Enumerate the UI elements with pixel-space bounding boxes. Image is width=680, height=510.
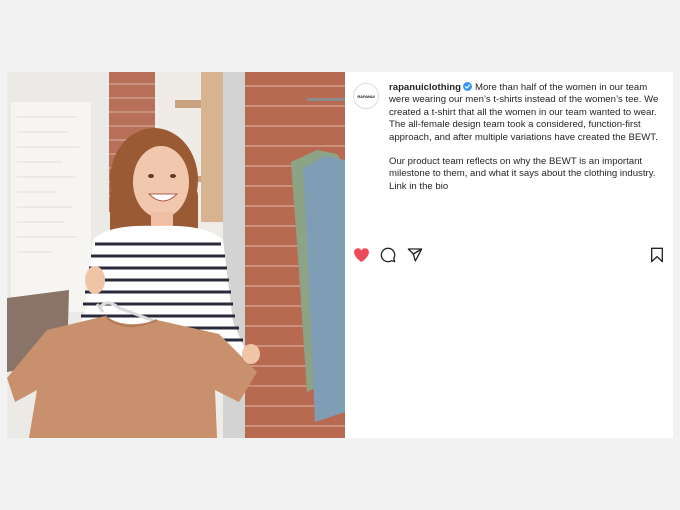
avatar-logo-text: RAPANUI	[357, 93, 375, 99]
avatar[interactable]: RAPANUI	[353, 83, 379, 109]
instagram-post: RAPANUI rapanuiclothing More than half of…	[7, 72, 673, 438]
username-link[interactable]: rapanuiclothing	[389, 82, 461, 93]
caption-second-paragraph: Our product team reflects on why the BEW…	[389, 156, 656, 192]
caption: rapanuiclothing More than half of the wom…	[389, 82, 665, 193]
bookmark-icon[interactable]	[650, 247, 664, 263]
post-actions	[353, 247, 665, 267]
caption-row: RAPANUI rapanuiclothing More than half of…	[353, 82, 665, 193]
caption-first-paragraph: rapanuiclothing More than half of the wom…	[389, 82, 665, 144]
heart-icon[interactable]	[353, 247, 370, 263]
post-photo[interactable]	[7, 72, 345, 438]
post-side-panel: RAPANUI rapanuiclothing More than half of…	[345, 72, 673, 438]
paper-plane-icon[interactable]	[407, 247, 423, 263]
verified-badge-icon	[462, 82, 472, 91]
photo-woman-holding-tshirt	[7, 72, 345, 438]
comment-icon[interactable]	[380, 247, 396, 263]
